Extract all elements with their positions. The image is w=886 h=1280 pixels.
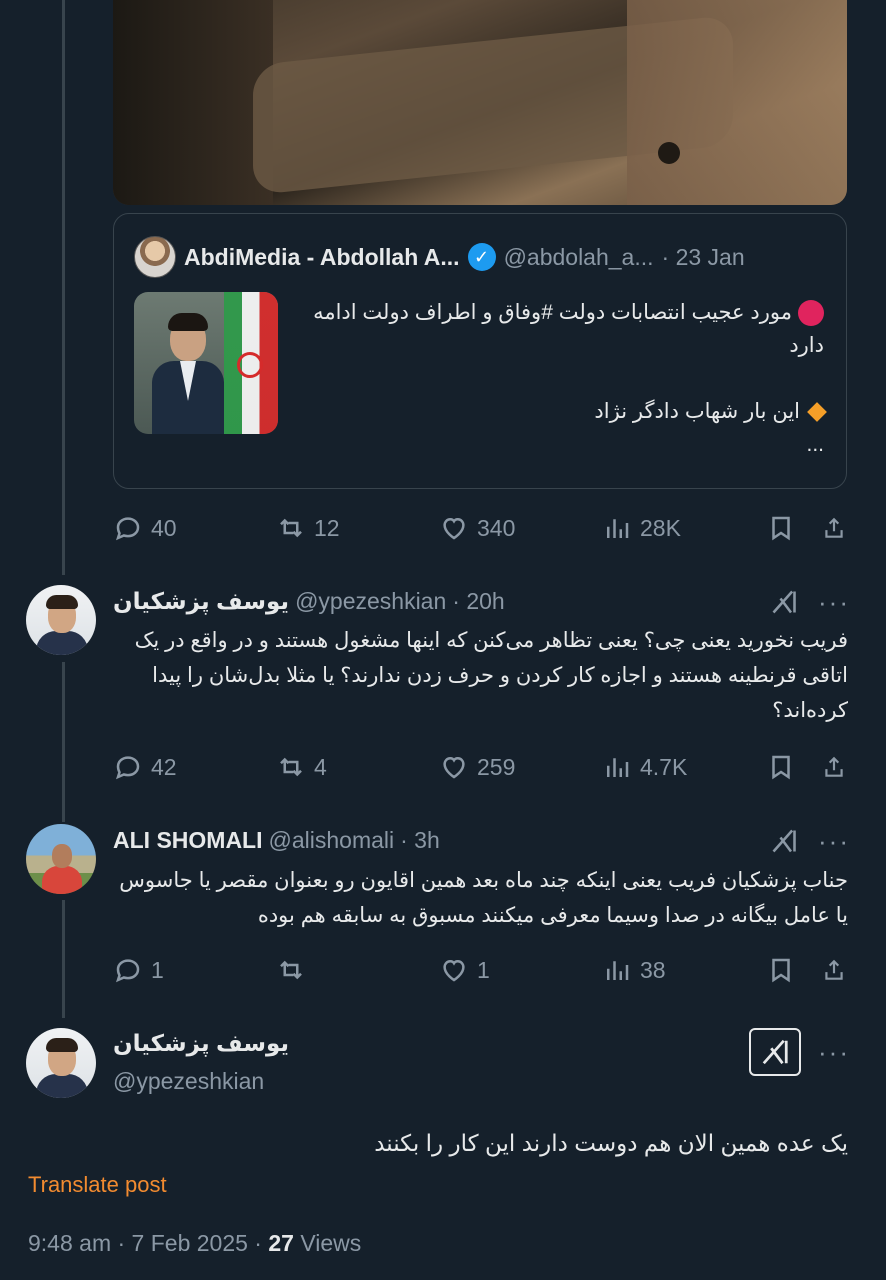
bookmark-button[interactable] [766,752,821,782]
share-button[interactable] [821,955,847,985]
main-author-handle[interactable]: @ypezeshkian [113,1068,264,1095]
view-count: 38 [640,956,666,983]
heart-icon [443,959,465,982]
reply-icon [115,517,140,541]
reply-count: 42 [151,753,177,780]
thread-line [62,900,65,1018]
reply-header: ALI SHOMALI @alishomali · 3h [113,827,440,854]
heart-icon [443,756,465,779]
quoted-post-date[interactable]: · 23 Jan [662,244,745,271]
reply-author-name[interactable]: یوسف پزشکیان [113,588,289,615]
quoted-author-name[interactable]: AbdiMedia - Abdollah A... [184,244,460,271]
avatar-ypezeshkian[interactable] [26,585,96,655]
orange-diamond-icon [807,402,827,423]
repost-count: 12 [314,514,340,541]
translate-post-link[interactable]: Translate post [28,1172,167,1198]
red-circle-icon [798,300,824,327]
thread-line [62,662,65,822]
bookmark-button[interactable] [766,955,821,985]
reply-author-handle[interactable]: @ypezeshkian [295,588,446,615]
share-icon [825,959,843,980]
reply-actions: 1 1 38 [113,950,847,990]
reply-text: جناب پزشکیان فریب یعنی اینکه چند ماه بعد… [119,869,848,927]
like-count: 340 [477,514,516,541]
reply-time[interactable]: · 20h [452,588,504,615]
reply-actions: 42 4 259 4.7K [113,747,847,787]
views-count: 27 [268,1230,294,1256]
reply-author-name[interactable]: ALI SHOMALI [113,827,263,854]
views-icon [607,519,629,538]
repost-icon [280,757,302,777]
original-post-actions: 40 12 340 28K [113,508,847,548]
repost-button[interactable]: 12 [276,513,439,543]
more-icon[interactable]: ··· [818,589,850,615]
main-post-text: یک عده همین الان هم دوست دارند این کار ر… [374,1130,848,1156]
share-button[interactable] [821,752,847,782]
share-icon [825,756,843,777]
like-button[interactable]: 340 [439,513,602,543]
bookmark-button[interactable] [766,513,821,543]
reply-count: 1 [151,956,164,983]
avatar-alishomali[interactable] [26,824,96,894]
grok-icon[interactable] [749,1028,801,1076]
reply-button[interactable]: 1 [113,955,276,985]
more-icon[interactable]: ··· [818,828,850,854]
quoted-post-header: AbdiMedia - Abdollah A... ✓ @abdolah_a..… [134,236,745,278]
bookmark-icon [772,755,790,780]
views-icon [607,961,629,980]
view-count: 28K [640,514,681,541]
reply-icon [115,756,140,780]
reply-header: یوسف پزشکیان @ypezeshkian · 20h [113,588,505,615]
main-post-header: یوسف پزشکیان @ypezeshkian [113,1030,289,1094]
avatar-ypezeshkian[interactable] [26,1028,96,1098]
repost-count: 4 [314,753,327,780]
thread-line [62,0,65,575]
verified-badge-icon: ✓ [467,243,496,271]
quoted-post-card[interactable]: AbdiMedia - Abdollah A... ✓ @abdolah_a..… [113,213,847,489]
reply-time[interactable]: · 3h [400,827,440,854]
like-button[interactable]: 1 [439,955,602,985]
post-media-image[interactable] [113,0,847,205]
grok-icon[interactable] [770,827,798,855]
quoted-line-1: مورد عجیب انتصابات دولت #وفاق و اطراف دو… [313,301,824,357]
repost-icon [280,518,302,538]
views-icon [607,758,629,777]
heart-icon [443,517,465,540]
post-metadata: 9:48 am · 7 Feb 2025 · 27 Views [28,1230,361,1257]
views-button[interactable]: 38 [602,955,766,985]
reply-text: فریب نخورید یعنی چی؟ یعنی تظاهر می‌کنن ک… [134,629,848,722]
reply-author-handle[interactable]: @alishomali [269,827,395,854]
repost-icon [280,960,302,980]
bookmark-icon [772,958,790,983]
like-count: 259 [477,753,516,780]
views-button[interactable]: 28K [602,513,766,543]
like-count: 1 [477,956,490,983]
repost-button[interactable]: 4 [276,752,439,782]
views-button[interactable]: 4.7K [602,752,766,782]
views-label: Views [293,1230,362,1256]
post-timestamp[interactable]: 9:48 am · 7 Feb 2025 · [28,1230,268,1256]
reply-button[interactable]: 42 [113,752,276,782]
quoted-ellipsis: ... [806,433,824,456]
reply-count: 40 [151,514,177,541]
reply-button[interactable]: 40 [113,513,276,543]
bookmark-icon [772,516,790,541]
reply-icon [115,959,140,983]
quoted-author-handle[interactable]: @abdolah_a... [504,244,654,271]
quoted-post-thumbnail[interactable] [134,292,278,434]
main-author-name[interactable]: یوسف پزشکیان [113,1030,289,1057]
share-icon [825,517,843,538]
share-button[interactable] [821,513,847,543]
like-button[interactable]: 259 [439,752,602,782]
quoted-author-avatar[interactable] [134,236,176,278]
quoted-line-2: این بار شهاب دادگر نژاد [594,400,800,423]
more-icon[interactable]: ··· [818,1039,850,1065]
repost-button[interactable] [276,955,439,985]
grok-icon[interactable] [770,588,798,616]
quoted-post-text: مورد عجیب انتصابات دولت #وفاق و اطراف دو… [304,296,827,461]
view-count: 4.7K [640,753,688,780]
